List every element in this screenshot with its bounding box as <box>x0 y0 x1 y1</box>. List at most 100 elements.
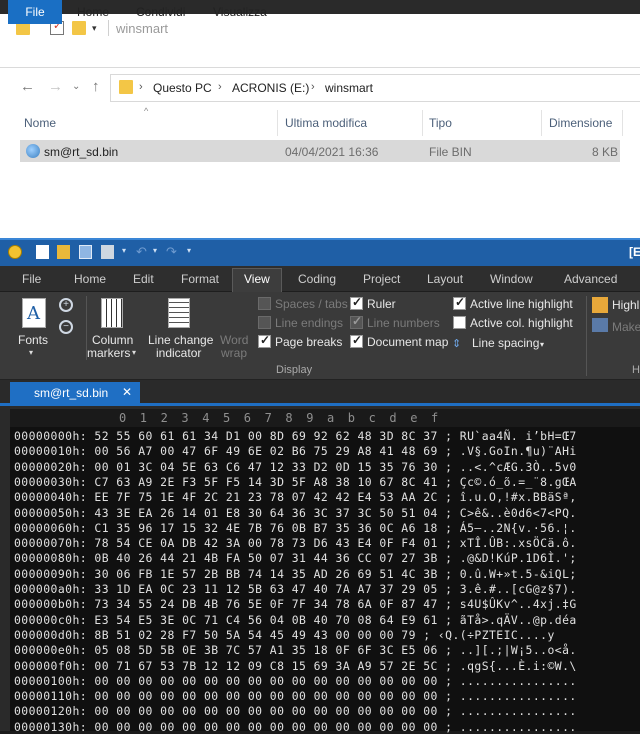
chevron-down-icon[interactable]: ▾ <box>153 246 157 255</box>
active-col-highlight-checkbox[interactable] <box>453 316 466 329</box>
column-size[interactable]: Dimensione <box>549 116 612 130</box>
chevron-down-icon[interactable]: ▾ <box>540 340 544 349</box>
tab-file[interactable]: File <box>8 0 62 24</box>
active-line-highlight-label[interactable]: Active line highlight <box>470 297 573 311</box>
line-change-label-2[interactable]: indicator <box>156 347 201 360</box>
document-map-checkbox[interactable] <box>350 333 363 348</box>
tab-edit[interactable]: Edit <box>133 272 154 286</box>
line-change-indicator-icon[interactable] <box>168 298 190 328</box>
chevron-down-icon[interactable]: ▾ <box>29 348 33 357</box>
fonts-icon[interactable] <box>22 298 46 328</box>
hex-row[interactable]: 00000000h: 52 55 60 61 61 34 D1 00 8D 69… <box>14 429 577 443</box>
hex-row[interactable]: 00000060h: C1 35 96 17 15 32 4E 7B 76 0B… <box>14 521 577 535</box>
hex-row[interactable]: 00000090h: 30 06 FB 1E 57 2B BB 74 14 35… <box>14 567 577 581</box>
tab-visualizza[interactable]: Visualizza <box>213 0 267 24</box>
zoom-in-icon[interactable]: + <box>59 298 73 312</box>
ruler-label[interactable]: Ruler <box>367 297 396 311</box>
column-type[interactable]: Tipo <box>429 116 452 130</box>
save-icon[interactable] <box>79 245 92 259</box>
tab-file[interactable]: File <box>22 272 41 286</box>
column-divider[interactable] <box>422 110 423 136</box>
ruler-column-label: 3 <box>181 411 189 425</box>
new-file-icon[interactable] <box>36 245 49 259</box>
line-spacing-button[interactable]: Line spacing <box>472 336 539 350</box>
up-icon[interactable]: ↑ <box>92 78 100 95</box>
tab-project[interactable]: Project <box>363 272 400 286</box>
hex-row[interactable]: 00000010h: 00 56 A7 00 47 6F 49 6E 02 B6… <box>14 444 577 458</box>
chevron-right-icon[interactable]: › <box>311 81 315 93</box>
tab-home[interactable]: Home <box>77 0 109 24</box>
quick-access-dropdown-icon[interactable]: ▾ <box>92 23 97 34</box>
column-markers-label-2[interactable]: markers <box>87 347 130 360</box>
chevron-right-icon[interactable]: › <box>139 81 143 93</box>
chevron-down-icon[interactable]: ▾ <box>122 246 126 255</box>
breadcrumb-questo-pc[interactable]: Questo PC <box>153 81 212 95</box>
hex-row[interactable]: 00000030h: C7 63 A9 2E F3 5F F5 14 3D 5F… <box>14 475 577 489</box>
column-divider[interactable] <box>622 110 623 136</box>
line-spacing-icon[interactable]: ⇕ <box>452 337 468 351</box>
hex-row[interactable]: 000000f0h: 00 71 67 53 7B 12 12 09 C8 15… <box>14 659 577 673</box>
open-folder-icon[interactable] <box>57 245 70 259</box>
chevron-down-icon[interactable]: ▾ <box>132 348 136 357</box>
hex-row[interactable]: 00000040h: EE 7F 75 1E 4F 2C 21 23 78 07… <box>14 490 577 504</box>
hex-row[interactable]: 00000020h: 00 01 3C 04 5E 63 C6 47 12 33… <box>14 460 577 474</box>
close-icon[interactable]: ✕ <box>122 385 132 399</box>
highlight-icon[interactable] <box>592 297 608 313</box>
hex-row[interactable]: 000000c0h: E3 54 E5 3E 0C 71 C4 56 04 0B… <box>14 613 577 627</box>
undo-icon[interactable]: ↶ <box>136 244 147 260</box>
ruler-column-label: 5 <box>223 411 231 425</box>
redo-icon[interactable]: ↷ <box>166 244 177 260</box>
hex-row[interactable]: 00000100h: 00 00 00 00 00 00 00 00 00 00… <box>14 674 577 688</box>
tab-condividi[interactable]: Condividi <box>136 0 185 24</box>
document-tab-label[interactable]: sm@rt_sd.bin <box>34 386 108 400</box>
tab-window[interactable]: Window <box>490 272 533 286</box>
column-divider[interactable] <box>541 110 542 136</box>
hex-row[interactable]: 00000120h: 00 00 00 00 00 00 00 00 00 00… <box>14 704 577 718</box>
ruler-column-label: 1 <box>139 411 148 425</box>
hex-row[interactable]: 00000130h: 00 00 00 00 00 00 00 00 00 00… <box>14 720 577 734</box>
print-icon[interactable] <box>101 245 114 259</box>
hex-row[interactable]: 000000d0h: 8B 51 02 28 F7 50 5A 54 45 49… <box>14 628 555 642</box>
active-line-highlight-checkbox[interactable] <box>453 295 466 310</box>
tab-layout[interactable]: Layout <box>427 272 463 286</box>
chevron-right-icon[interactable]: › <box>218 81 222 93</box>
hex-row[interactable]: 00000070h: 78 54 CE 0A DB 42 3A 00 78 73… <box>14 536 577 550</box>
page-breaks-checkbox[interactable] <box>258 333 271 348</box>
tab-view[interactable]: View <box>244 272 270 286</box>
hex-row[interactable]: 000000e0h: 05 08 5D 5B 0E 3B 7C 57 A1 35… <box>14 643 577 657</box>
breadcrumb-winsmart[interactable]: winsmart <box>325 81 373 95</box>
line-endings-label: Line endings <box>275 316 344 330</box>
tab-coding[interactable]: Coding <box>298 272 336 286</box>
highlight-label[interactable]: Highl <box>612 298 639 312</box>
app-logo-icon[interactable] <box>8 245 22 259</box>
recent-dropdown-icon[interactable]: ⌄ <box>72 81 80 92</box>
ruler-column-label: e <box>410 411 418 425</box>
fonts-button[interactable]: Fonts <box>18 334 48 347</box>
zoom-out-icon[interactable]: − <box>59 320 73 334</box>
forward-icon[interactable]: → <box>48 78 63 95</box>
hex-row[interactable]: 00000050h: 43 3E EA 26 14 01 E8 30 64 36… <box>14 506 577 520</box>
column-modified[interactable]: Ultima modifica <box>285 116 367 130</box>
page-breaks-label[interactable]: Page breaks <box>275 335 342 349</box>
hex-row[interactable]: 00000110h: 00 00 00 00 00 00 00 00 00 00… <box>14 689 577 703</box>
hex-row[interactable]: 000000a0h: 33 1D EA 0C 23 11 12 5B 63 47… <box>14 582 577 596</box>
active-col-highlight-label[interactable]: Active col. highlight <box>470 316 573 330</box>
line-numbers-label: Line numbers <box>367 316 440 330</box>
breadcrumb-acronis[interactable]: ACRONIS (E:) <box>232 81 309 95</box>
tab-home[interactable]: Home <box>74 272 106 286</box>
column-divider[interactable] <box>277 110 278 136</box>
column-name[interactable]: Nome <box>24 116 56 130</box>
tab-advanced[interactable]: Advanced <box>564 272 617 286</box>
ruler-checkbox[interactable] <box>350 295 363 310</box>
tab-format[interactable]: Format <box>181 272 219 286</box>
line-endings-checkbox <box>258 316 271 329</box>
document-map-label[interactable]: Document map <box>367 335 448 349</box>
hex-row[interactable]: 00000080h: 0B 40 26 44 21 4B FA 50 07 31… <box>14 551 577 565</box>
chevron-down-icon[interactable]: ▾ <box>187 246 191 255</box>
back-icon[interactable]: ← <box>20 78 35 95</box>
ruler-column-label: d <box>389 411 397 425</box>
folder-icon <box>119 80 133 94</box>
ruler-column-label: 4 <box>202 411 210 425</box>
column-markers-icon[interactable] <box>101 298 123 328</box>
hex-row[interactable]: 000000b0h: 73 34 55 24 DB 4B 76 5E 0F 7F… <box>14 597 577 611</box>
